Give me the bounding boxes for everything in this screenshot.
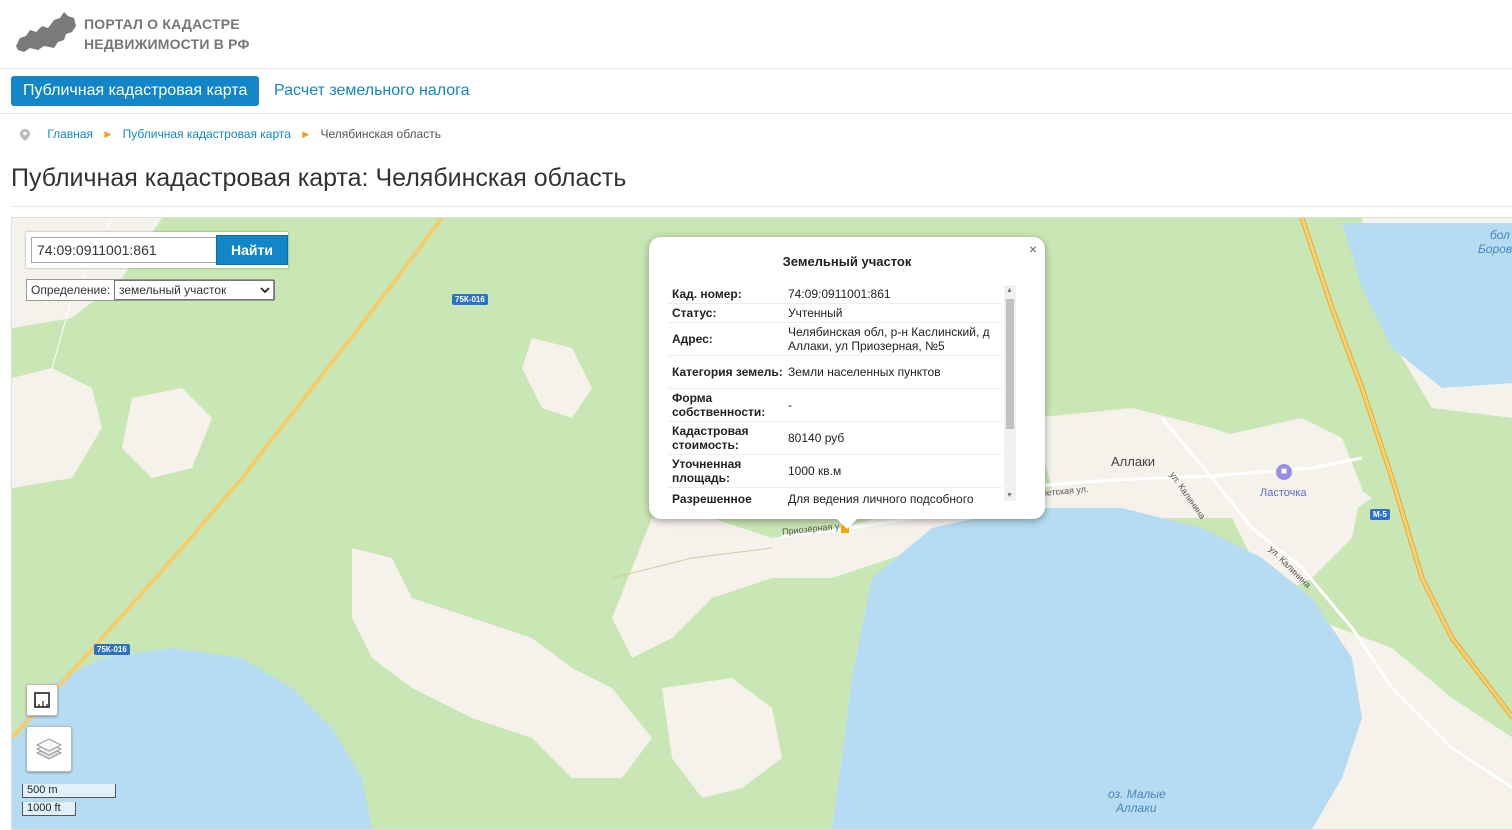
row-value: Челябинская обл, р-н Каслинский, д Аллак… xyxy=(788,325,990,353)
popup-tail xyxy=(837,519,857,529)
popup-title: Земельный участок xyxy=(782,254,912,269)
table-row: Статус: Учтенный xyxy=(668,304,1002,323)
definition-box: Определение: земельный участок xyxy=(26,279,275,301)
scrollbar-thumb[interactable] xyxy=(1006,299,1014,429)
row-key: Уточненная площадь: xyxy=(672,457,742,485)
table-row: Уточненная площадь: 1000 кв.м xyxy=(668,455,1002,488)
road-label: 75К-016 xyxy=(452,294,488,305)
title-divider xyxy=(11,206,1512,207)
russia-map-logo-icon[interactable] xyxy=(14,10,78,54)
layers-button[interactable] xyxy=(26,726,72,772)
logo-line-2: НЕДВИЖИМОСТИ В РФ xyxy=(84,36,250,52)
parcel-info-popup: × Земельный участок Кад. номер: 74:09:09… xyxy=(649,237,1045,529)
cadastral-search-box: 74:09:0911001:861 Найти xyxy=(26,232,288,268)
row-value: - xyxy=(788,398,792,412)
ruler-icon xyxy=(34,692,50,708)
row-key: Форма собственности: xyxy=(672,391,766,419)
definition-label: Определение: xyxy=(31,283,111,297)
site-logo-text[interactable]: ПОРТАЛ О КАДАСТРЕ НЕДВИЖИМОСТИ В РФ xyxy=(84,14,250,54)
breadcrumb-arrow-icon: ▶ xyxy=(302,128,310,139)
tab-land-tax-calc[interactable]: Расчет земельного налога xyxy=(274,76,470,106)
page-title: Публичная кадастровая карта: Челябинская… xyxy=(11,164,627,192)
row-value: Для ведения личного подсобного xyxy=(788,492,974,506)
chevron-down-icon xyxy=(260,281,270,299)
table-row: Форма собственности: - xyxy=(668,389,1002,422)
hotel-icon: ■ xyxy=(1276,464,1292,480)
main-nav: Публичная кадастровая карта Расчет земел… xyxy=(0,69,1512,114)
row-key: Адрес: xyxy=(672,332,713,346)
row-value: 80140 руб xyxy=(788,431,845,445)
table-row: Категория земель: Земли населенных пункт… xyxy=(668,356,1002,389)
row-value: Земли населенных пунктов xyxy=(788,365,941,379)
tab-public-cadastral-map[interactable]: Публичная кадастровая карта xyxy=(11,76,260,106)
table-row: Кадастровая стоимость: 80140 руб xyxy=(668,422,1002,455)
row-key: Кадастровая стоимость: xyxy=(672,424,749,452)
ruler-button[interactable] xyxy=(26,684,58,716)
hotel-label: Ласточка xyxy=(1260,487,1307,499)
site-header: ПОРТАЛ О КАДАСТРЕ НЕДВИЖИМОСТИ В РФ xyxy=(0,0,1512,69)
parcel-info-table: Кад. номер: 74:09:0911001:861 Статус: Уч… xyxy=(668,285,1002,507)
lake-label-2: Аллаки xyxy=(1116,801,1157,815)
definition-selected-value: земельный участок xyxy=(119,283,227,297)
breadcrumb-home[interactable]: Главная xyxy=(47,125,93,143)
road-label: 75К-016 xyxy=(94,644,130,655)
corner-lake-label-2: Боров xyxy=(1478,242,1512,256)
row-key: Разрешенное xyxy=(672,492,752,506)
lake-label: оз. Малые xyxy=(1108,787,1166,801)
breadcrumb-arrow-icon: ▶ xyxy=(104,128,112,139)
row-value: 74:09:0911001:861 xyxy=(788,287,891,301)
row-key: Категория земель: xyxy=(672,365,783,379)
search-button[interactable]: Найти xyxy=(216,235,288,265)
cadastral-map[interactable]: 74:09:0911001:861 Найти Определение: зем… xyxy=(11,217,1512,830)
row-value: Учтенный xyxy=(788,306,843,320)
breadcrumb-current: Челябинская область xyxy=(320,126,441,141)
scroll-down-icon[interactable]: ▼ xyxy=(1006,492,1013,499)
table-row: Разрешенное Для ведения личного подсобно… xyxy=(668,488,1002,507)
location-pin-icon xyxy=(20,128,32,141)
scale-metric: 500 m xyxy=(22,784,116,798)
breadcrumb: Главная ▶ Публичная кадастровая карта ▶ … xyxy=(20,124,441,142)
breadcrumb-map[interactable]: Публичная кадастровая карта xyxy=(123,125,291,143)
road-label: М-5 xyxy=(1370,509,1390,520)
table-row: Адрес: Челябинская обл, р-н Каслинский, … xyxy=(668,323,1002,356)
table-row: Кад. номер: 74:09:0911001:861 xyxy=(668,285,1002,304)
corner-lake-label: бол xyxy=(1490,228,1510,242)
popup-scrollbar[interactable]: ▲ ▼ xyxy=(1004,285,1016,501)
row-key: Кад. номер: xyxy=(672,287,742,301)
layers-icon xyxy=(35,738,63,760)
village-label: Аллаки xyxy=(1111,454,1156,469)
logo-line-1: ПОРТАЛ О КАДАСТРЕ xyxy=(84,16,240,32)
cadastral-number-input[interactable]: 74:09:0911001:861 xyxy=(31,237,217,263)
row-key: Статус: xyxy=(672,306,717,320)
row-value: 1000 кв.м xyxy=(788,464,842,478)
scale-imperial: 1000 ft xyxy=(22,802,76,816)
scroll-up-icon[interactable]: ▲ xyxy=(1006,287,1013,294)
definition-select[interactable]: земельный участок xyxy=(114,280,275,300)
